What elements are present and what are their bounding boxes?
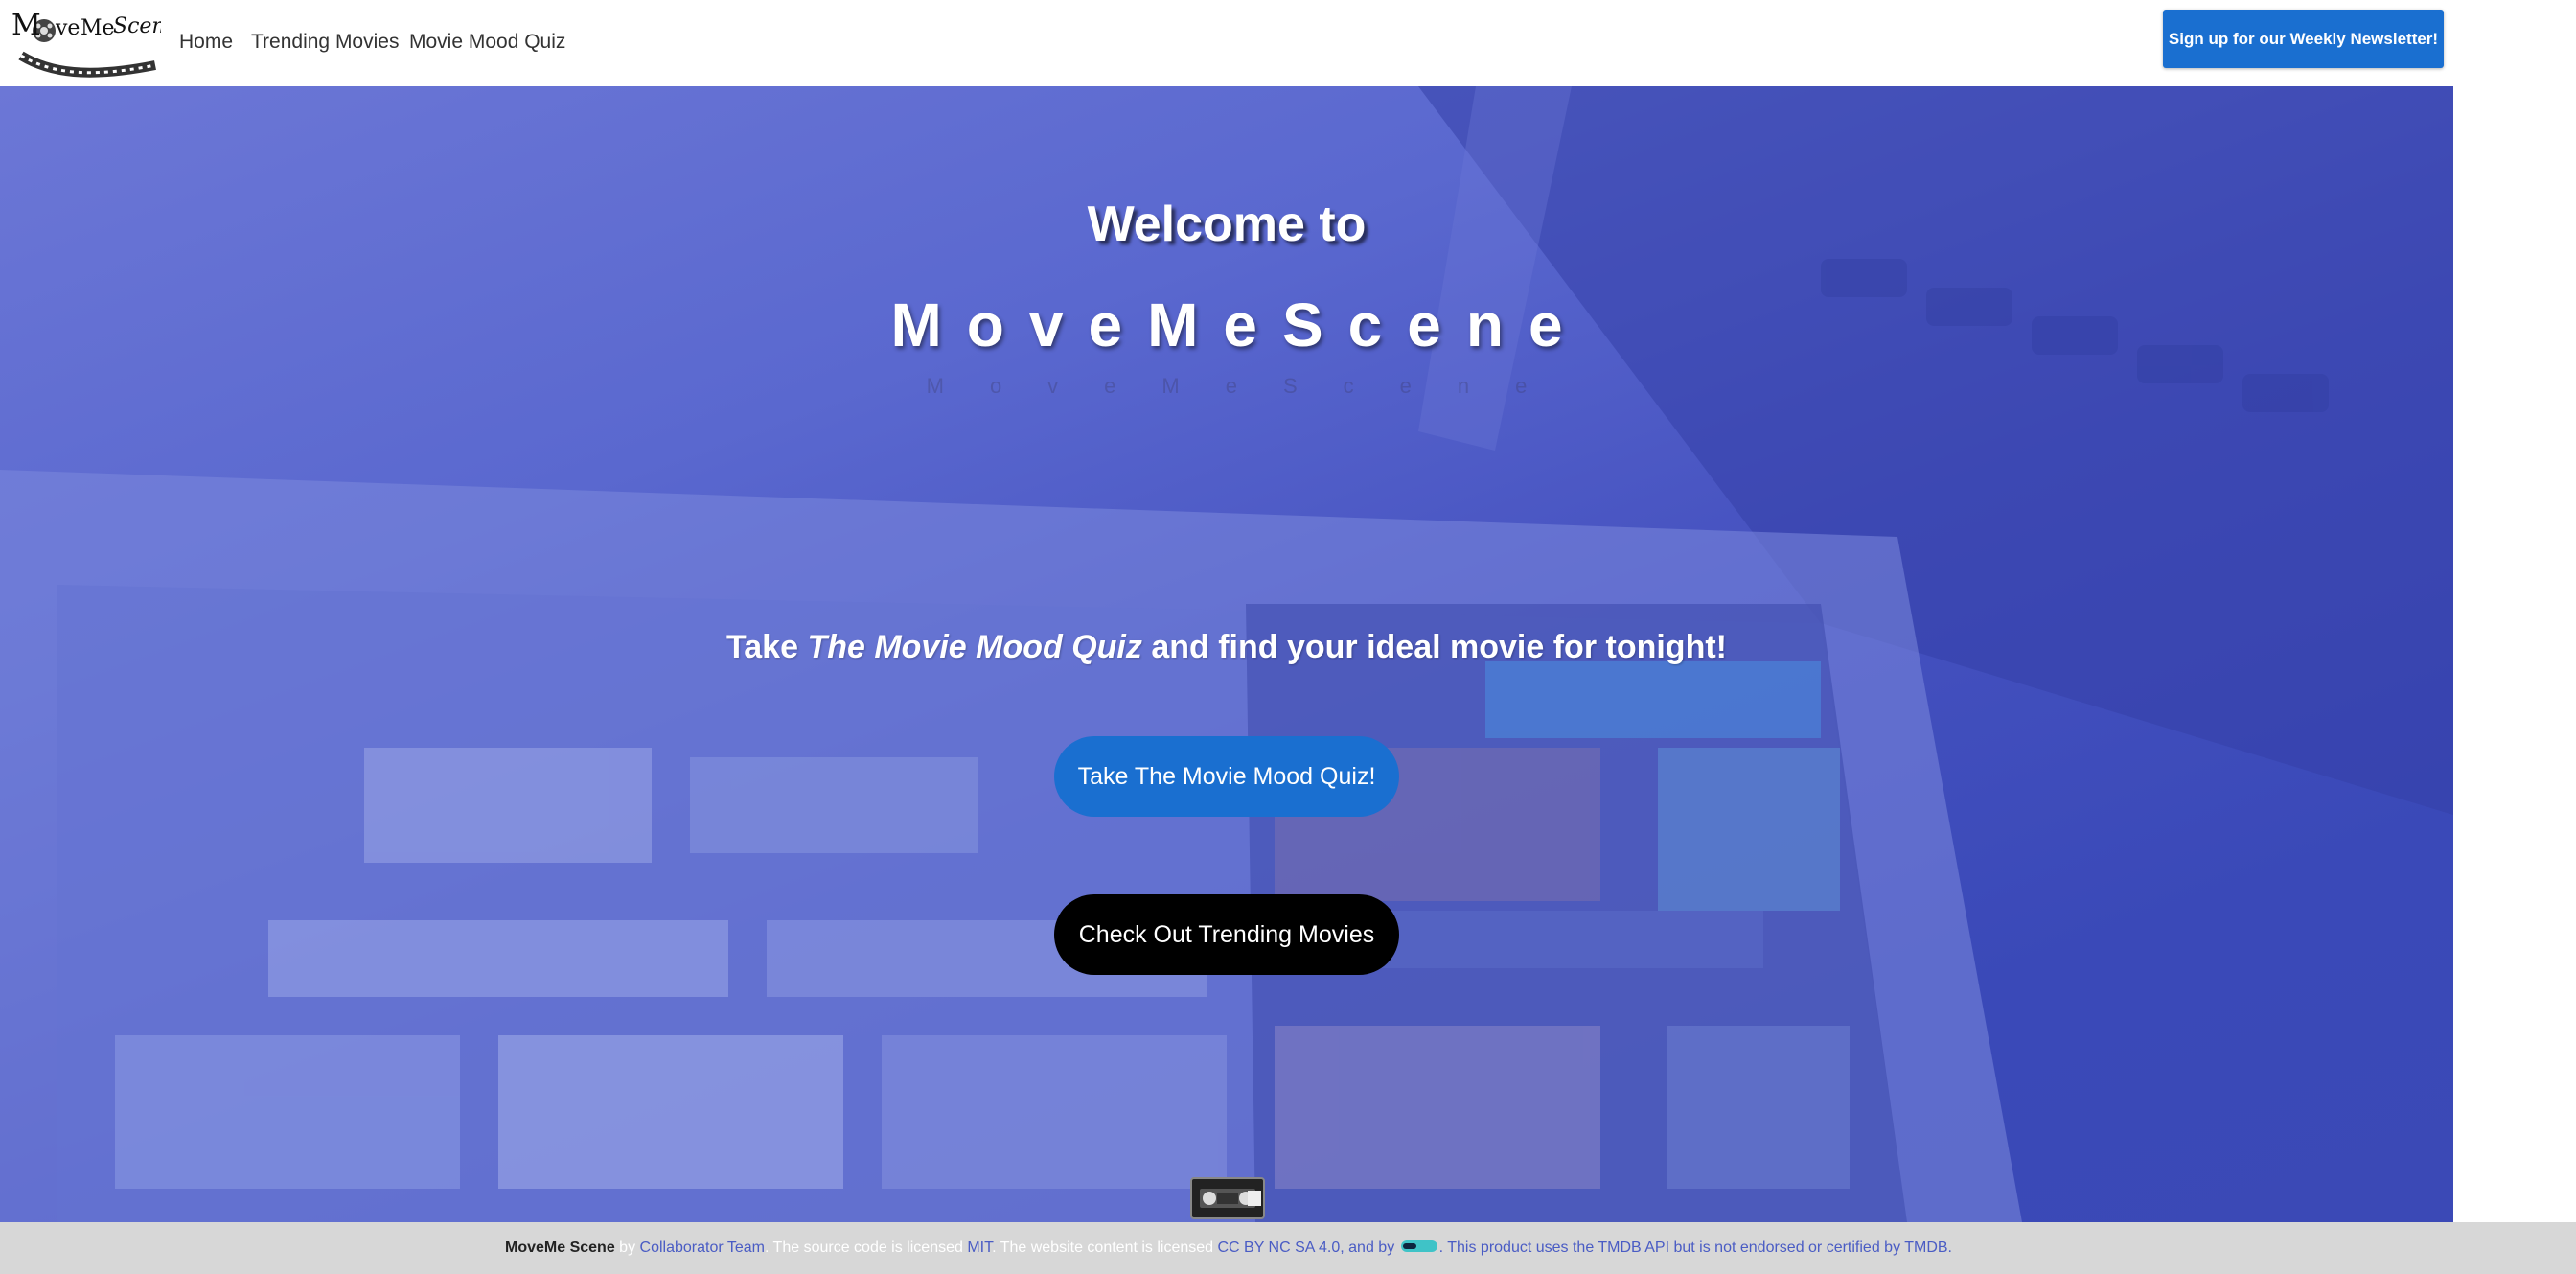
footer-credits: MoveMe Scene by Collaborator Team. The s…: [505, 1239, 1952, 1257]
vhs-tape-icon[interactable]: [1190, 1177, 1265, 1219]
hero-welcome-heading: Welcome to: [1087, 197, 1367, 252]
svg-text:Me: Me: [80, 16, 115, 40]
page: M ve Me Scene Home Trending Movies Movie…: [0, 0, 2576, 1274]
tagline-suffix: and find your ideal movie for tonight!: [1141, 629, 1727, 665]
hero-tagline: Take The Movie Mood Quiz and find your i…: [0, 629, 2453, 666]
footer-and-by: , and by: [1340, 1239, 1399, 1256]
footer-tmdb-disclaimer: . This product uses the TMDB API but is …: [1438, 1239, 1952, 1256]
footer-team-link[interactable]: Collaborator Team: [640, 1239, 765, 1256]
navbar: M ve Me Scene Home Trending Movies Movie…: [0, 0, 2453, 86]
take-quiz-button[interactable]: Take The Movie Mood Quiz!: [1054, 736, 1399, 817]
footer: MoveMe Scene by Collaborator Team. The s…: [0, 1222, 2576, 1274]
nav-link-movie-mood-quiz[interactable]: Movie Mood Quiz: [409, 31, 565, 54]
footer-mit-link[interactable]: MIT: [967, 1239, 992, 1256]
tmdb-logo-icon[interactable]: [1400, 1239, 1438, 1254]
hero-brand-heading: MoveMeScene: [890, 290, 1588, 359]
footer-content-text: . The website content is licensed: [992, 1239, 1218, 1256]
nav-link-trending-movies[interactable]: Trending Movies: [251, 31, 399, 54]
svg-text:Scene: Scene: [113, 14, 161, 38]
footer-cc-link[interactable]: CC BY NC SA 4.0: [1218, 1239, 1341, 1256]
hero-brand-reflection: MoveMeScene: [926, 374, 1574, 398]
newsletter-signup-button[interactable]: Sign up for our Weekly Newsletter!: [2163, 10, 2444, 68]
hero-section: Welcome to MoveMeScene MoveMeScene Take …: [0, 86, 2453, 1222]
trending-movies-button[interactable]: Check Out Trending Movies: [1054, 894, 1399, 975]
svg-text:M: M: [12, 9, 41, 42]
svg-text:ve: ve: [55, 16, 80, 40]
nav-link-home[interactable]: Home: [179, 31, 233, 54]
tagline-prefix: Take: [726, 629, 808, 665]
site-logo[interactable]: M ve Me Scene: [12, 6, 178, 79]
footer-by: by: [614, 1239, 640, 1256]
footer-code-text: . The source code is licensed: [764, 1239, 968, 1256]
tagline-quiz-name: The Movie Mood Quiz: [807, 629, 1142, 665]
footer-site-name: MoveMe Scene: [505, 1239, 615, 1256]
